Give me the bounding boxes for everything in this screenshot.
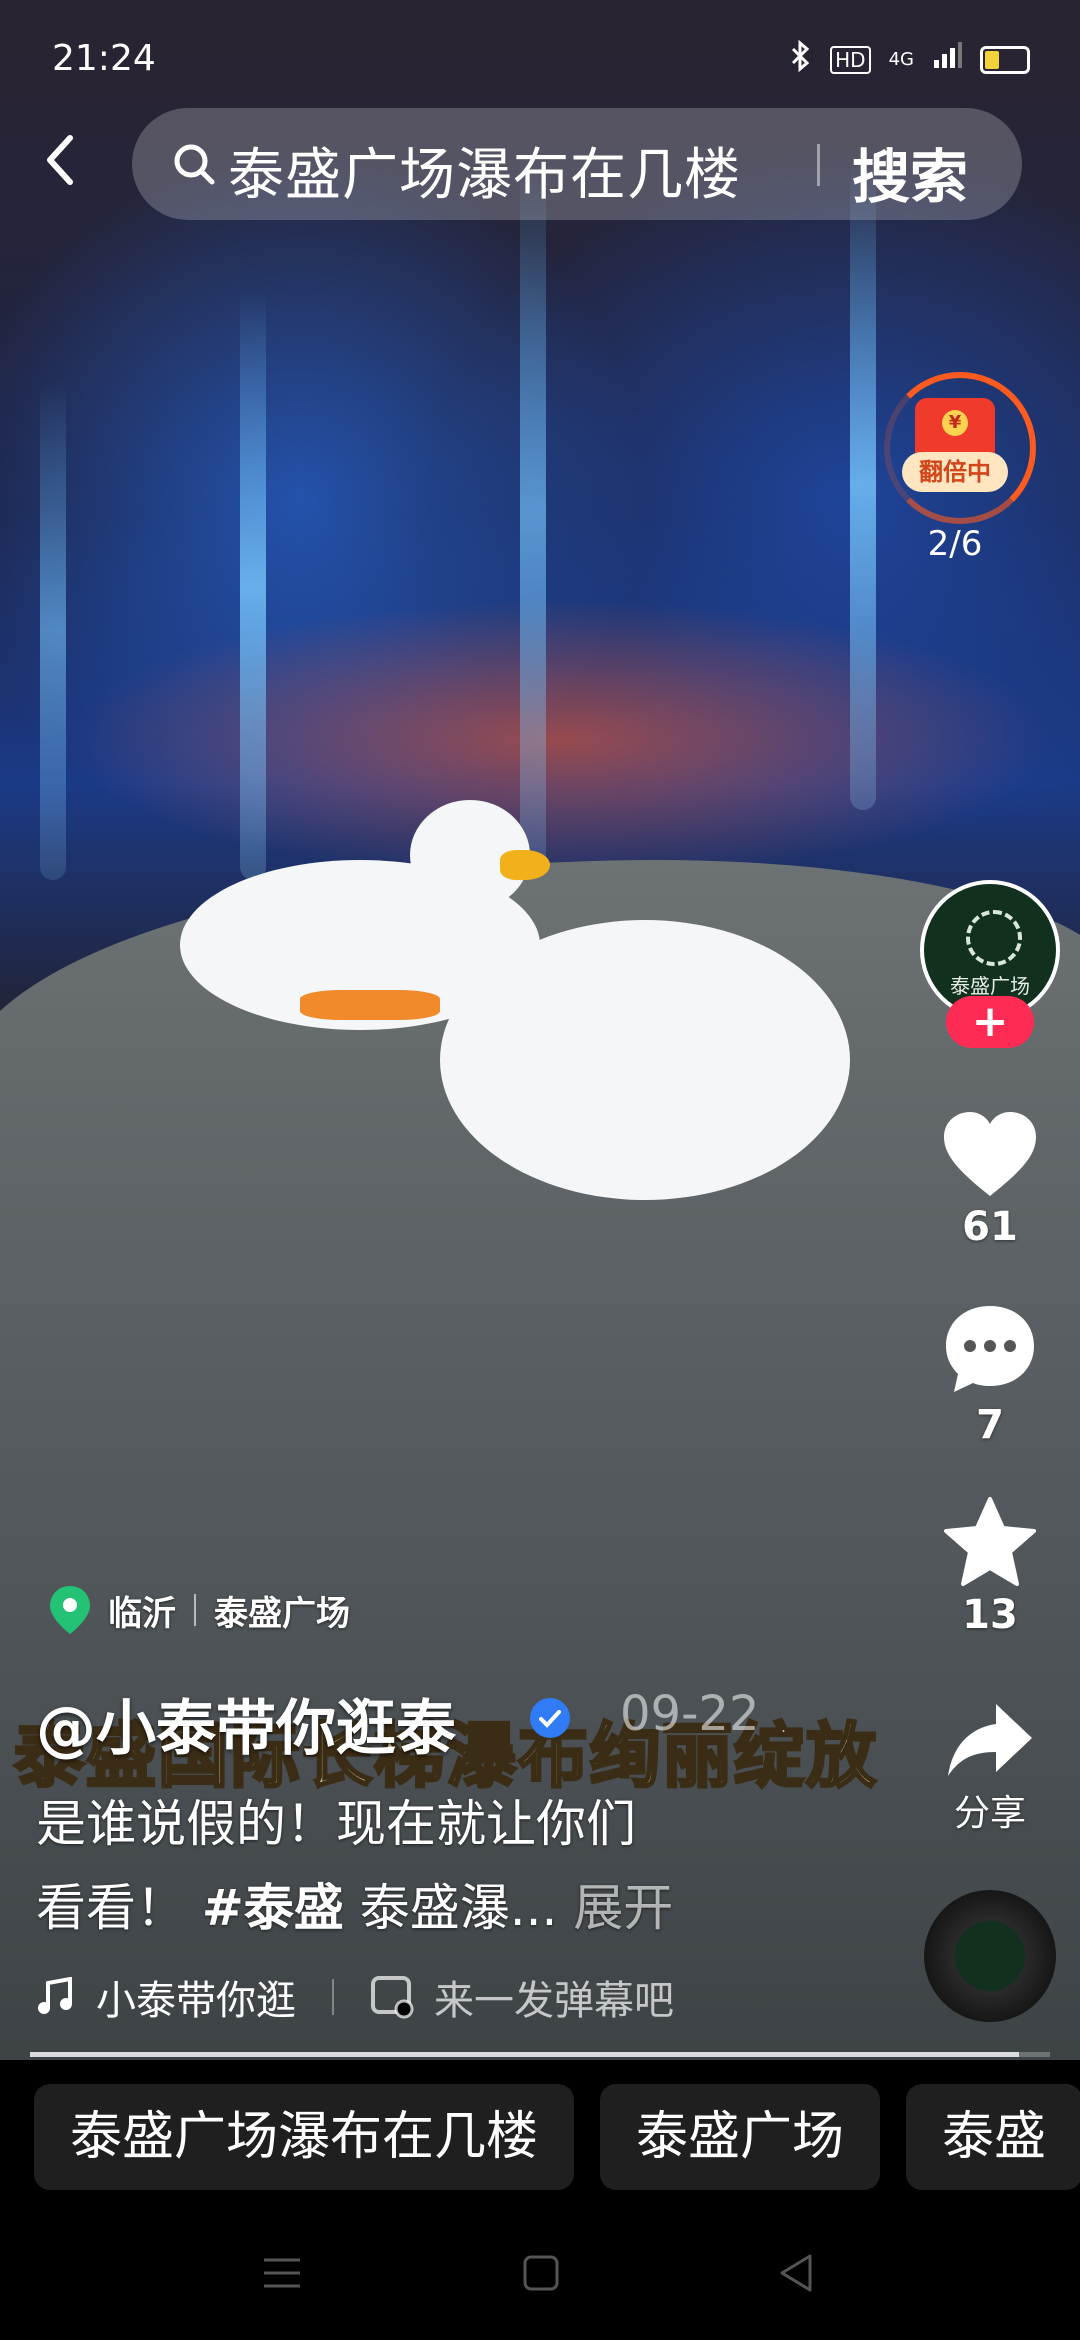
status-icons: HD 4G (790, 39, 1030, 79)
network-label: 4G (888, 49, 914, 70)
duck-2 (440, 920, 850, 1200)
post-date: 09-22 (620, 1686, 760, 1742)
signal-icon (932, 42, 962, 77)
description-text: 看看！ (36, 1879, 186, 1937)
plus-icon: + (971, 996, 1009, 1047)
comment-button[interactable]: 7 (930, 1302, 1050, 1448)
expand-button[interactable]: 展开 (573, 1879, 673, 1937)
red-packet-count: 2/6 (927, 524, 983, 564)
location-city: 临沂 (108, 1593, 176, 1634)
star-icon (944, 1497, 1036, 1586)
favorite-button[interactable]: 13 (930, 1496, 1050, 1638)
back-button[interactable] (40, 130, 80, 190)
fountain-spray (240, 290, 266, 880)
search-bar[interactable]: 泰盛广场瀑布在几楼 搜索 (132, 108, 1022, 220)
music-separator (332, 1979, 334, 2015)
hashtag-link[interactable]: #泰盛 (202, 1879, 344, 1937)
music-title[interactable]: 小泰带你逛 (96, 1968, 296, 2026)
share-label: 分享 (953, 1793, 1026, 1834)
verified-badge-icon (530, 1698, 570, 1738)
comment-count: 7 (976, 1402, 1004, 1448)
pinwheel-logo-icon (966, 910, 1022, 966)
heart-icon (944, 1112, 1036, 1196)
battery-icon (980, 45, 1030, 74)
duck-1-beak (500, 850, 550, 880)
location-separator (194, 1594, 196, 1626)
related-search-chips: 泰盛广场瀑布在几楼 泰盛广场 泰盛 (34, 2084, 1080, 2190)
music-disc[interactable] (924, 1890, 1056, 2022)
video-description[interactable]: 是谁说假的！现在就让你们 看看！ #泰盛 泰盛瀑... 展开 (36, 1782, 756, 1950)
home-icon[interactable] (522, 2254, 560, 2292)
status-time: 21:24 (52, 38, 156, 79)
description-line-1: 是谁说假的！现在就让你们 (36, 1795, 636, 1853)
follow-button[interactable]: + (946, 996, 1034, 1048)
search-input[interactable]: 泰盛广场瀑布在几楼 (228, 130, 741, 211)
duck-1-feet (300, 990, 440, 1020)
danmu-icon (371, 1976, 414, 2019)
like-count: 61 (962, 1204, 1018, 1250)
music-note-icon (38, 1977, 72, 2014)
author-name[interactable]: @小泰带你逛泰 (36, 1680, 456, 1767)
location-pin-icon (50, 1586, 90, 1634)
location-place: 泰盛广场 (214, 1593, 350, 1634)
fountain-spray (40, 380, 66, 880)
share-button[interactable]: 分享 (930, 1700, 1050, 1836)
suggestion-chip[interactable]: 泰盛广场瀑布在几楼 (34, 2084, 575, 2190)
menu-icon[interactable] (262, 2256, 302, 2290)
search-icon (172, 142, 216, 190)
description-line-2: 看看！ #泰盛 泰盛瀑... 展开 (36, 1866, 756, 1950)
progress-fill (30, 2052, 1020, 2057)
suggestion-chip[interactable]: 泰盛 (906, 2084, 1080, 2190)
music-row: 小泰带你逛 来一发弹幕吧 (36, 1968, 674, 2026)
suggestion-chip[interactable]: 泰盛广场 (600, 2084, 881, 2190)
description-truncated: 泰盛瀑... (359, 1879, 558, 1937)
fountain-spray (850, 160, 876, 810)
share-arrow-icon (948, 1704, 1032, 1776)
video-progress-bar[interactable] (30, 2052, 1050, 2057)
search-button[interactable]: 搜索 (852, 130, 968, 214)
comment-icon (946, 1306, 1034, 1392)
avatar-text: 泰盛广场 (950, 974, 1030, 998)
location-tag[interactable]: 临沂 泰盛广场 (48, 1584, 350, 1636)
like-button[interactable]: 61 (930, 1110, 1050, 1250)
status-bar: 21:24 HD 4G (0, 0, 1080, 100)
hd-icon: HD (830, 45, 871, 74)
fountain-spray (520, 150, 546, 870)
system-nav-bar (0, 2200, 1080, 2340)
red-packet-label: 翻倍中 (902, 452, 1008, 492)
favorite-count: 13 (962, 1592, 1018, 1638)
danmu-input[interactable]: 来一发弹幕吧 (434, 1968, 674, 2026)
back-arrow-icon (47, 135, 73, 185)
search-divider (817, 144, 820, 186)
back-nav-icon[interactable] (776, 2252, 816, 2294)
bluetooth-icon (790, 39, 812, 79)
